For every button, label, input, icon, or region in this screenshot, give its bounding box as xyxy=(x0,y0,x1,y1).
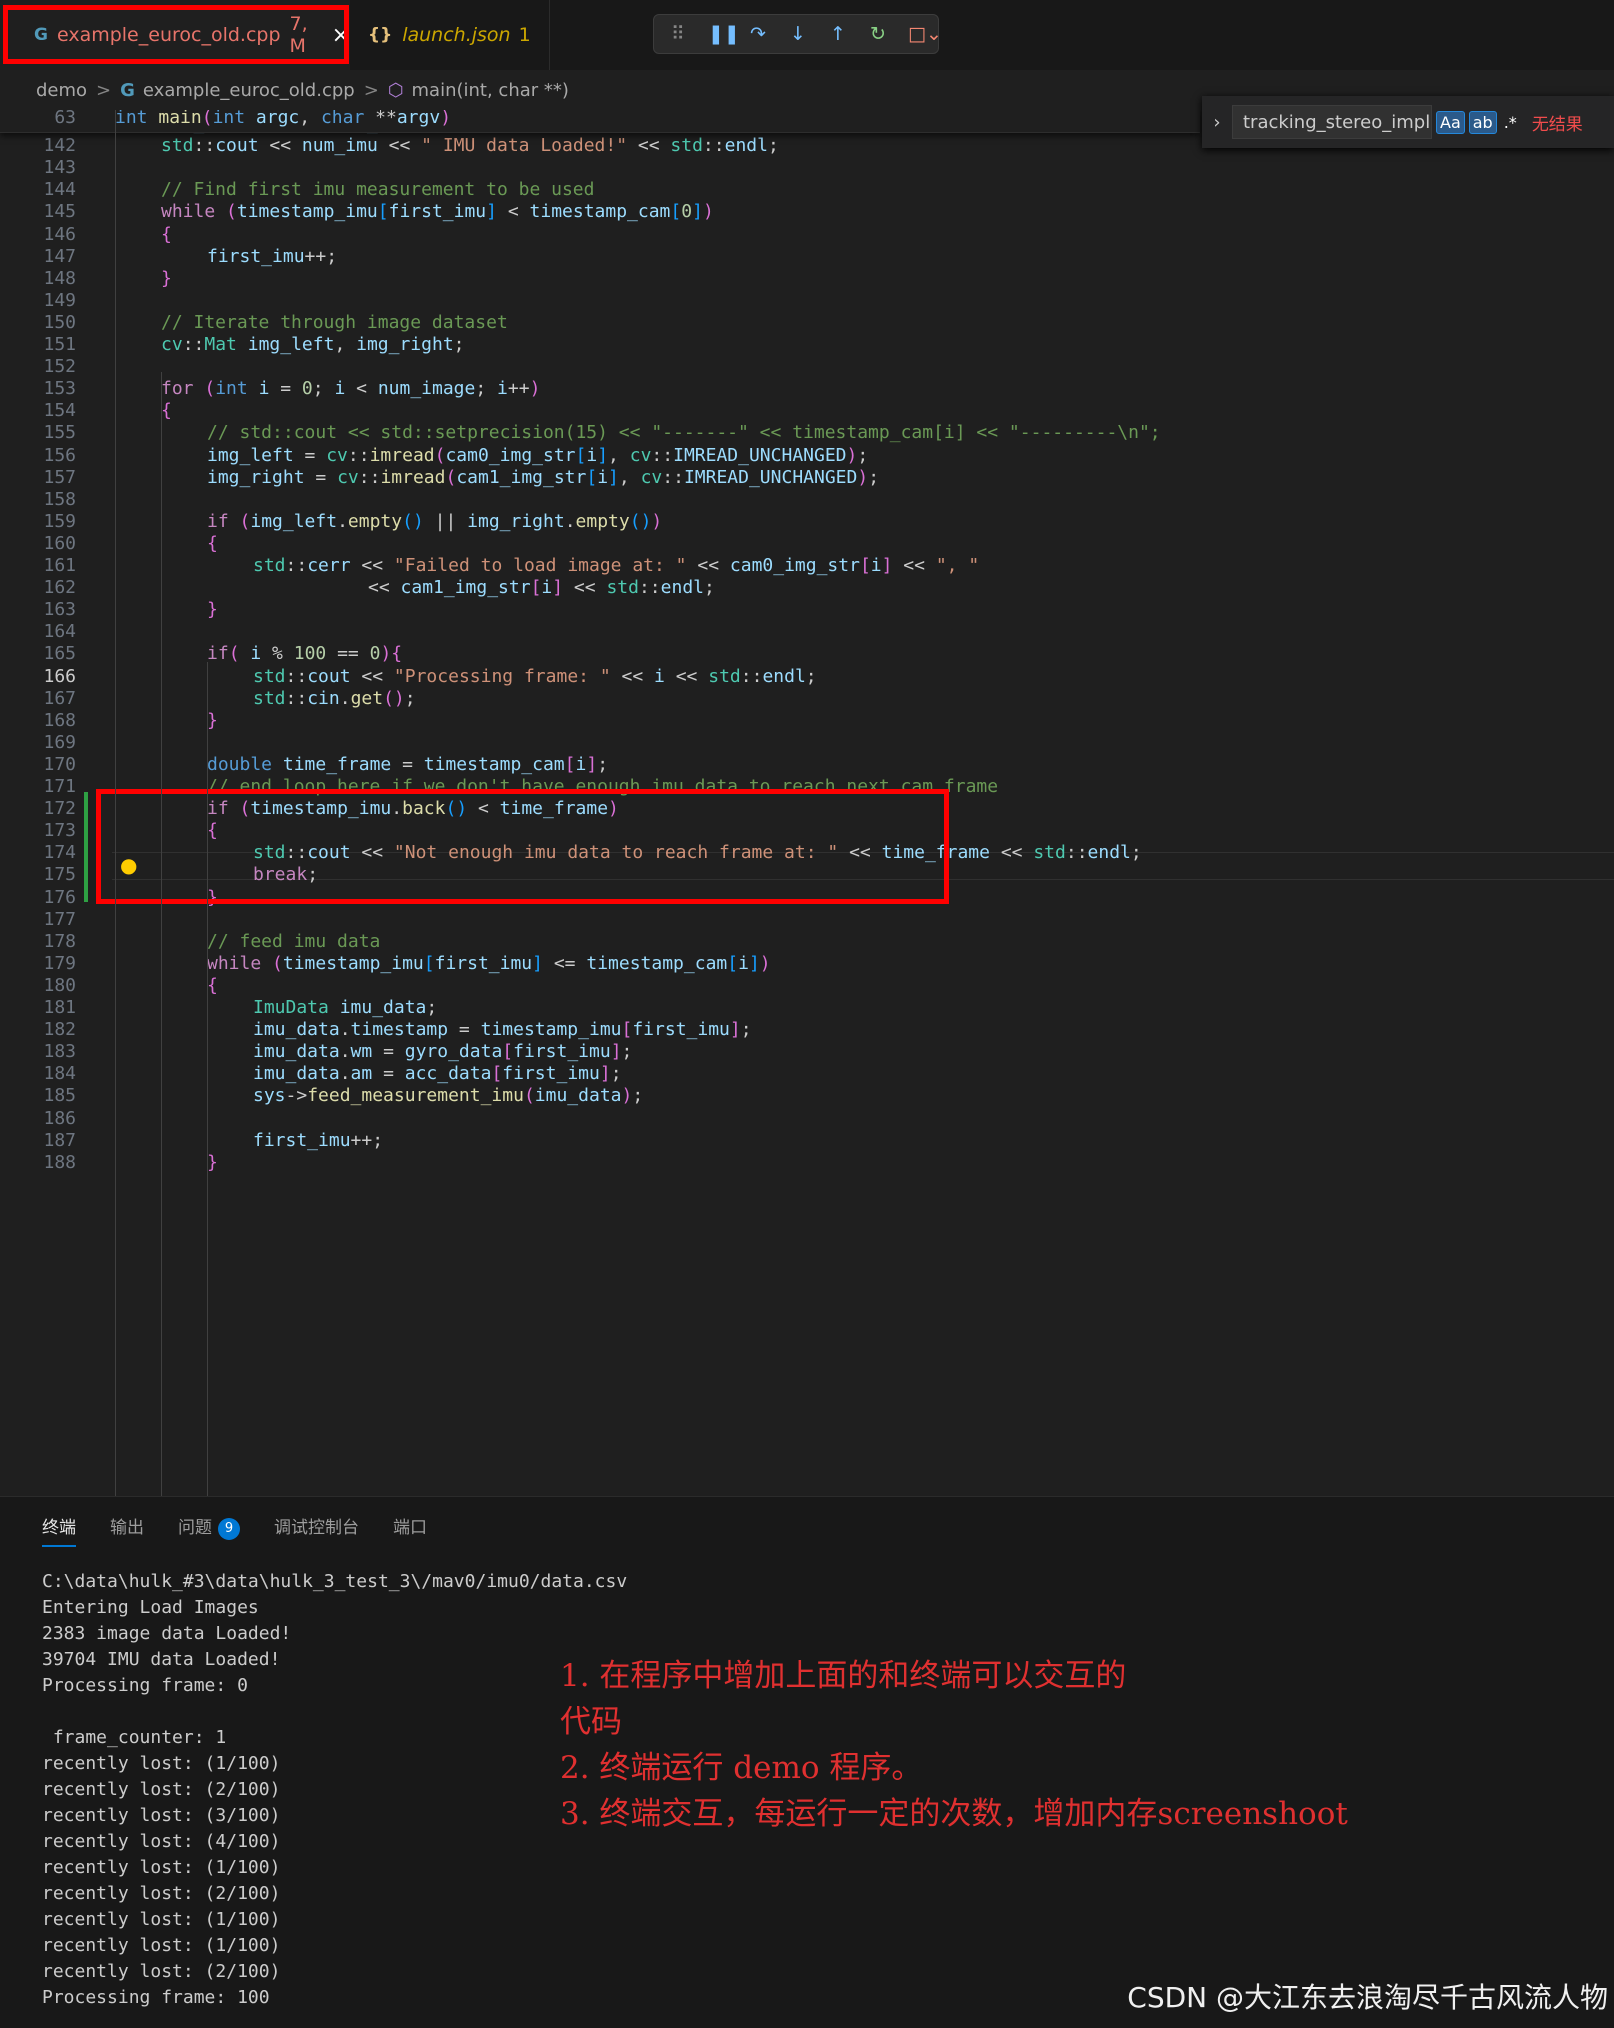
match-case-toggle[interactable]: Aa xyxy=(1436,110,1465,134)
tab-launch-json[interactable]: {} launch.json 1 xyxy=(350,0,550,70)
line-number: 188 xyxy=(43,1151,76,1173)
code-line[interactable]: } xyxy=(161,265,172,293)
terminal-line: Entering Load Images xyxy=(42,1597,259,1618)
panel-tab[interactable]: 终端 xyxy=(42,1513,76,1547)
problem-count-badge: 9 xyxy=(218,1518,240,1540)
terminal-line: C:\data\hulk_#3\data\hulk_3_test_3\/mav0… xyxy=(42,1571,628,1592)
grip-icon[interactable]: ⠿ xyxy=(668,23,688,45)
code-line[interactable]: while (timestamp_imu[first_imu] <= times… xyxy=(207,950,771,978)
watermark: CSDN @大江东去浪淘尽千古风流人物 xyxy=(1127,1981,1608,2014)
annotation-notes: 1. 在程序中增加上面的和终端可以交互的 代码 2. 终端运行 demo 程序。… xyxy=(560,1653,1348,1837)
bottom-panel: 终端 输出 问题 9 调试控制台 端口 C:\data\hulk_#3\data\hulk… xyxy=(0,1496,1614,2028)
tab-label: launch.json xyxy=(402,24,511,46)
chevron-right-icon[interactable]: › xyxy=(1202,112,1232,133)
annotation-line: 1. 在程序中增加上面的和终端可以交互的 xyxy=(560,1658,1127,1694)
indent-guide xyxy=(115,110,116,1496)
regex-toggle[interactable]: .* xyxy=(1501,112,1520,133)
panel-tab[interactable]: 输出 xyxy=(110,1513,144,1547)
json-file-icon: {} xyxy=(368,25,393,45)
find-result-status: 无结果 xyxy=(1531,114,1583,135)
code-line[interactable]: std::cin.get(); xyxy=(253,685,416,713)
step-out-icon[interactable]: ↑ xyxy=(828,23,848,45)
sticky-scroll-header[interactable]: 63 int main(int argc, char **argv) xyxy=(0,110,1200,133)
code-line[interactable]: if (img_left.empty() || img_right.empty(… xyxy=(207,508,662,536)
terminal-line: recently lost: (1/100) xyxy=(42,1857,281,1878)
panel-tab-label: 终端 xyxy=(42,1518,76,1538)
code-line[interactable]: { xyxy=(161,397,172,425)
stop-icon[interactable]: □⌄ xyxy=(908,23,942,45)
annotation-line: 2. 终端运行 demo 程序。 xyxy=(560,1750,923,1786)
code-line[interactable]: { xyxy=(207,530,218,558)
terminal-output[interactable]: C:\data\hulk_#3\data\hulk_3_test_3\/mav0… xyxy=(42,1569,627,2011)
sticky-line-number: 63 xyxy=(54,110,76,128)
indent-guide xyxy=(161,372,162,1496)
panel-tabs: 终端 输出 问题 9 调试控制台 端口 xyxy=(42,1513,427,1547)
tab-highlight-box xyxy=(3,5,349,64)
git-added-bar xyxy=(84,792,88,902)
code-line[interactable]: } xyxy=(207,596,218,624)
code-line[interactable]: { xyxy=(207,972,218,1000)
panel-tab-label: 调试控制台 xyxy=(274,1518,359,1538)
code-line[interactable]: first_imu++; xyxy=(253,1127,383,1155)
terminal-line: 39704 IMU data Loaded! xyxy=(42,1649,281,1670)
code-line[interactable]: for (int i = 0; i < num_image; i++) xyxy=(161,375,540,403)
breadcrumb-symbol[interactable]: main(int, char **) xyxy=(412,80,569,101)
code-line[interactable]: { xyxy=(161,221,172,249)
code-line[interactable]: sys->feed_measurement_imu(imu_data); xyxy=(253,1082,643,1110)
terminal-line: recently lost: (1/100) xyxy=(42,1753,281,1774)
pause-icon[interactable]: ❚❚ xyxy=(708,23,740,45)
annotation-line: 3. 终端交互，每运行一定的次数，增加内存screenshoot xyxy=(560,1796,1348,1832)
code-line[interactable]: std::cout << num_imu << " IMU data Loade… xyxy=(161,132,779,160)
terminal-line: recently lost: (2/100) xyxy=(42,1961,281,1982)
code-line[interactable]: while (timestamp_imu[first_imu] < timest… xyxy=(161,198,714,226)
terminal-line: recently lost: (3/100) xyxy=(42,1805,281,1826)
code-line[interactable]: cv::Mat img_left, img_right; xyxy=(161,331,465,359)
find-input[interactable]: tracking_stereo_impl xyxy=(1232,105,1432,139)
chevron-right-icon: > xyxy=(363,79,379,101)
step-into-icon[interactable]: ↓ xyxy=(788,23,808,45)
terminal-line: 2383 image data Loaded! xyxy=(42,1623,292,1644)
panel-tab-label: 问题 xyxy=(178,1518,212,1538)
find-widget: › tracking_stereo_impl Aa ab .* 无结果 xyxy=(1202,96,1614,148)
panel-tab[interactable]: 端口 xyxy=(393,1513,427,1547)
panel-tab-label: 端口 xyxy=(393,1518,427,1538)
restart-icon[interactable]: ↻ xyxy=(868,23,888,45)
terminal-line: recently lost: (4/100) xyxy=(42,1831,281,1852)
panel-tab-label: 输出 xyxy=(110,1518,144,1538)
debug-toolbar: ⠿ ❚❚ ↷ ↓ ↑ ↻ □⌄ xyxy=(653,14,942,54)
method-icon: ⬡ xyxy=(387,79,404,101)
terminal-line: recently lost: (1/100) xyxy=(42,1935,281,1956)
terminal-line: recently lost: (2/100) xyxy=(42,1883,281,1904)
tab-problem-badge: 1 xyxy=(518,24,531,46)
sticky-line-code[interactable]: int main(int argc, char **argv) xyxy=(115,110,451,132)
breadcrumb-folder[interactable]: demo xyxy=(36,80,87,101)
code-line[interactable]: } xyxy=(207,1149,218,1177)
terminal-line: recently lost: (2/100) xyxy=(42,1779,281,1800)
breadcrumb-file[interactable]: example_euroc_old.cpp xyxy=(143,80,355,101)
code-line[interactable]: first_imu++; xyxy=(207,243,337,271)
chevron-right-icon: > xyxy=(96,79,112,101)
terminal-line: recently lost: (1/100) xyxy=(42,1909,281,1930)
code-highlight-box xyxy=(96,789,949,904)
terminal-line: Processing frame: 0 xyxy=(42,1675,248,1696)
cpp-file-icon: G xyxy=(120,79,135,101)
indent-guide xyxy=(207,662,208,1496)
code-editor[interactable]: 1411421431441451461471481491501511521531… xyxy=(0,110,1614,1496)
whole-word-toggle[interactable]: ab xyxy=(1468,110,1497,134)
panel-tab[interactable]: 问题 9 xyxy=(178,1513,240,1547)
editor-tab-bar: G example_euroc_old.cpp 7, M × {} launch… xyxy=(0,0,1614,71)
code-line[interactable]: << cam1_img_str[i] << std::endl; xyxy=(368,574,715,602)
panel-tab[interactable]: 调试控制台 xyxy=(274,1513,359,1547)
terminal-line: frame_counter: 1 xyxy=(42,1727,227,1748)
code-line[interactable]: } xyxy=(207,707,218,735)
annotation-line: 代码 xyxy=(560,1704,622,1740)
terminal-line: Processing frame: 100 xyxy=(42,1987,270,2008)
code-line[interactable]: img_right = cv::imread(cam1_img_str[i], … xyxy=(207,464,879,492)
step-over-icon[interactable]: ↷ xyxy=(748,23,768,45)
